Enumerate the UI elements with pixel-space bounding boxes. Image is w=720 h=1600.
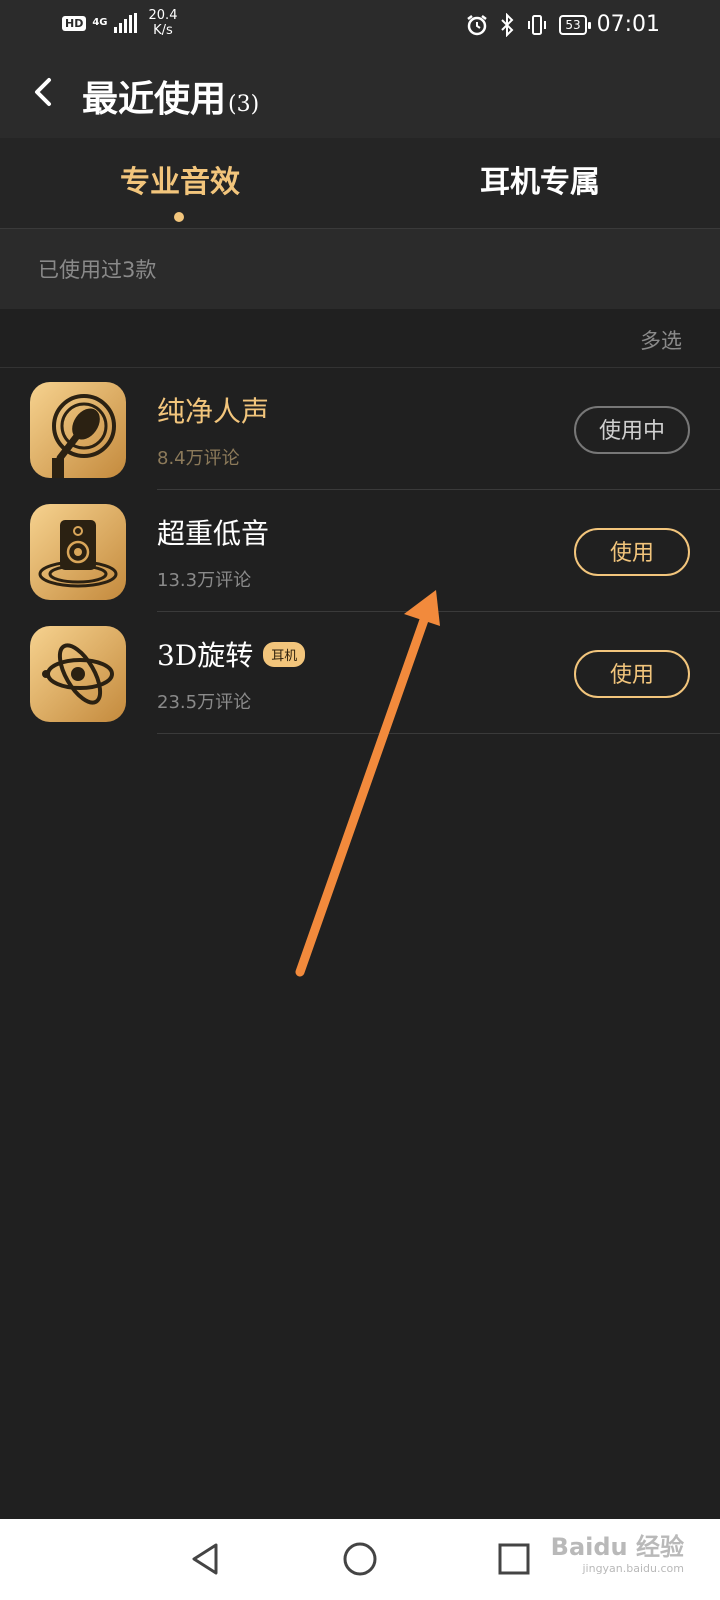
system-nav-bar: Baidu 经验 jingyan.baidu.com (0, 1519, 720, 1600)
signal-icon (113, 13, 137, 33)
page-title-count: (3) (228, 92, 260, 117)
use-button[interactable]: 使用 (574, 528, 690, 576)
effect-name: 纯净人声 (157, 390, 269, 430)
tab-bar: 专业音效 耳机专属 (0, 138, 720, 229)
page-title-text: 最近使用 (82, 78, 227, 120)
watermark-text: Baidu 经验 (550, 1533, 684, 1561)
network-type: 4G (92, 17, 108, 28)
in-use-button[interactable]: 使用中 (574, 406, 690, 454)
use-button[interactable]: 使用 (574, 650, 690, 698)
multi-select-row: 多选 (0, 309, 720, 368)
hd-badge: HD (62, 15, 87, 31)
orbit-icon (30, 626, 126, 722)
network-speed: 20.4 K/s (149, 8, 178, 38)
effect-name: 超重低音 (157, 512, 269, 552)
effect-name-text: 纯净人声 (157, 395, 270, 428)
speed-unit: K/s (153, 23, 173, 38)
clock: 07:01 (596, 12, 660, 37)
active-tab-indicator (174, 212, 184, 222)
back-arrow-icon[interactable] (25, 72, 65, 112)
nav-home-icon[interactable] (340, 1539, 380, 1579)
divider (157, 733, 720, 734)
multi-select-button[interactable]: 多选 (640, 325, 682, 355)
list-item[interactable]: 纯净人声 8.4万评论 使用中 (0, 368, 720, 490)
effect-comments: 8.4万评论 (157, 448, 240, 469)
bluetooth-icon (501, 12, 514, 37)
used-summary-bar: 已使用过3款 (0, 229, 720, 309)
effect-name-text: 超重低音 (157, 517, 270, 550)
status-bar: HD 4G 20.4 K/s 53 07:01 (0, 0, 720, 50)
vibrate-icon (528, 14, 547, 35)
app-header: 最近使用(3) (0, 50, 720, 138)
nav-recents-icon[interactable] (494, 1539, 534, 1579)
status-left: HD 4G 20.4 K/s (62, 8, 177, 38)
baidu-watermark: Baidu 经验 jingyan.baidu.com (551, 1527, 684, 1575)
effect-name-text: 3D旋转 (157, 639, 254, 672)
used-summary-text: 已使用过3款 (38, 258, 157, 282)
effect-name: 3D旋转 耳机 (157, 634, 306, 674)
speed-value: 20.4 (148, 8, 178, 23)
page-title: 最近使用(3) (82, 70, 259, 122)
microphone-icon (30, 382, 126, 478)
battery-icon: 53 (559, 14, 591, 35)
nav-back-icon[interactable] (186, 1539, 226, 1579)
list-item[interactable]: 超重低音 13.3万评论 使用 (0, 490, 720, 612)
status-right: 53 07:01 (465, 12, 660, 37)
tab-headphone-exclusive[interactable]: 耳机专属 (360, 138, 720, 228)
speaker-icon (30, 504, 126, 600)
watermark-sub: jingyan.baidu.com (582, 1562, 684, 1575)
effect-comments: 13.3万评论 (157, 570, 252, 591)
effect-comments: 23.5万评论 (157, 692, 252, 713)
headphone-tag: 耳机 (263, 641, 306, 667)
alarm-icon (467, 14, 488, 35)
list-item[interactable]: 3D旋转 耳机 23.5万评论 使用 (0, 612, 720, 734)
